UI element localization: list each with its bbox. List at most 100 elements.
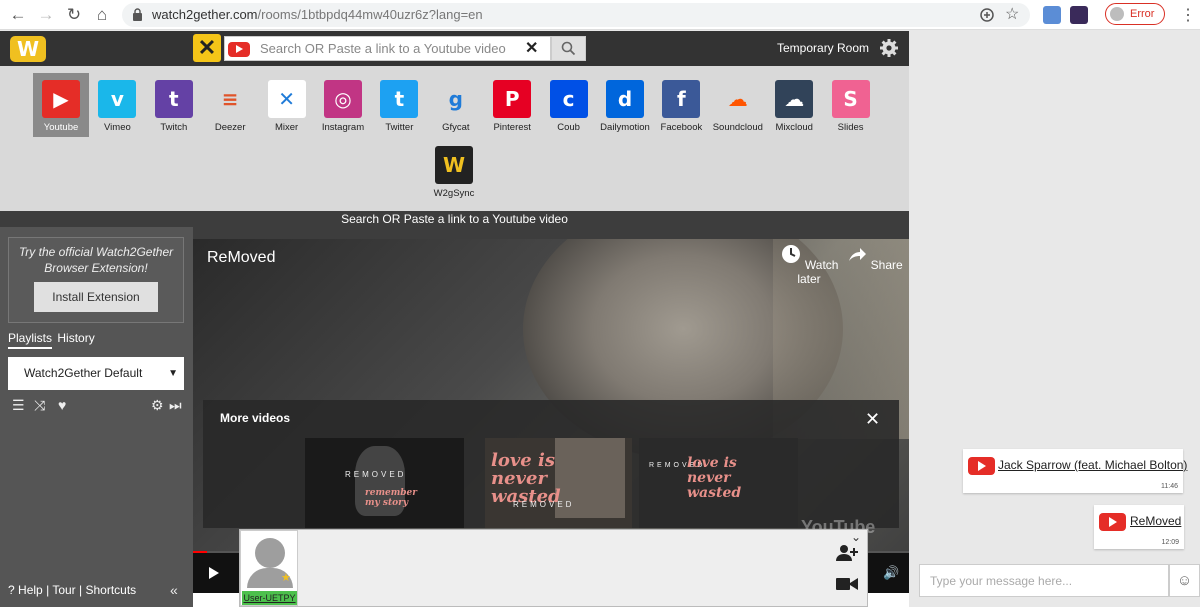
chat-timestamp: 12:09 [1161, 539, 1179, 546]
service-pinterest[interactable]: P Pinterest [484, 73, 540, 133]
close-icon[interactable]: ✕ [865, 409, 880, 430]
service-gfycat[interactable]: g Gfycat [428, 73, 484, 133]
search-icon [561, 41, 576, 56]
install-extension-button[interactable]: Install Extension [34, 282, 158, 312]
user-name[interactable]: User-UETPY [242, 591, 297, 605]
zoom-icon[interactable] [978, 6, 996, 24]
search-button[interactable] [551, 36, 586, 61]
chat-video-link[interactable]: ReMoved [1130, 514, 1181, 528]
service-label: W2gSync [433, 188, 475, 199]
clear-search-icon[interactable]: ✕ [525, 38, 538, 58]
service-dailymotion[interactable]: d Dailymotion [597, 73, 653, 133]
help-link[interactable]: Help [18, 583, 43, 597]
address-bar[interactable]: watch2gether.com/rooms/1btbpdq44mw40uzr6… [122, 3, 1030, 27]
service-label: Twitter [385, 122, 414, 133]
twitter-icon: t [380, 80, 419, 118]
home-icon[interactable]: ⌂ [92, 5, 112, 25]
video-title[interactable]: ReMoved [207, 249, 275, 267]
search-input[interactable] [260, 39, 515, 58]
slides-icon: S [831, 80, 870, 118]
service-soundcloud[interactable]: ☁ Soundcloud [710, 73, 766, 133]
service-mixer[interactable]: ✕ Mixer [259, 73, 315, 133]
chat-message: ReMoved 12:09 [1094, 505, 1184, 549]
service-slides[interactable]: S Slides [823, 73, 879, 133]
mixcloud-icon: ☁ [775, 80, 814, 118]
service-mixcloud[interactable]: ☁ Mixcloud [766, 73, 822, 133]
thumbnail-title: love is never wasted [491, 450, 561, 507]
collapse-sidebar-icon[interactable]: « [170, 582, 178, 598]
shortcuts-link[interactable]: Shortcuts [85, 583, 136, 597]
service-facebook[interactable]: f Facebook [653, 73, 709, 133]
reload-icon[interactable]: ↻ [64, 5, 84, 25]
service-label: Coub [557, 122, 580, 133]
tab-history[interactable]: History [57, 331, 94, 345]
back-icon[interactable]: ← [8, 5, 28, 25]
chevron-down-icon[interactable]: ⌄ [851, 530, 861, 544]
service-label: Facebook [660, 122, 703, 133]
extension-icon-2[interactable] [1070, 6, 1088, 24]
chat-message: Jack Sparrow (feat. Michael Bolton) 11:4… [963, 449, 1187, 493]
skip-icon[interactable]: ⏭ [169, 397, 182, 413]
browser-menu-icon[interactable]: ⋮ [1180, 5, 1196, 25]
service-twitch[interactable]: t Twitch [146, 73, 202, 133]
play-icon[interactable] [209, 567, 219, 579]
user-panel: ★ User-UETPY ⌄ [239, 529, 868, 607]
close-search-button[interactable]: ✕ [193, 34, 221, 62]
playlist-selected-value: Watch2Gether Default [24, 366, 143, 380]
service-w2gsync[interactable]: W W2gSync [426, 139, 482, 199]
video-thumbnail[interactable]: REMOVED remember my story [305, 438, 464, 528]
service-vimeo[interactable]: v Vimeo [89, 73, 145, 133]
chat-video-link[interactable]: Jack Sparrow (feat. Michael Bolton) [998, 458, 1187, 472]
list-icon[interactable]: ☰ [12, 397, 25, 413]
camera-icon[interactable] [836, 576, 858, 592]
service-youtube[interactable]: ▶ Youtube [33, 73, 89, 137]
share-label: Share [870, 258, 903, 272]
playlist-select[interactable]: Watch2Gether Default ▼ [8, 357, 184, 390]
playlist-tools: ☰ ⤨ ♥ ⚙ ⏭ [10, 397, 184, 415]
room-title[interactable]: Temporary Room [777, 41, 869, 55]
service-deezer[interactable]: ≡ Deezer [202, 73, 258, 133]
extension-promo: Try the official Watch2Gether Browser Ex… [8, 237, 184, 323]
bookmark-star-icon[interactable]: ☆ [1005, 6, 1023, 24]
more-videos-panel: More videos ✕ REMOVED remember my story … [203, 400, 899, 528]
star-icon: ★ [281, 572, 291, 584]
emoji-icon[interactable]: ☺ [1169, 564, 1200, 597]
chat-input[interactable] [930, 573, 1160, 589]
tour-link[interactable]: Tour [52, 583, 75, 597]
youtube-icon [968, 457, 995, 475]
dropdown-arrow-icon: ▼ [168, 368, 178, 379]
watch-later-button[interactable]: Watch later [774, 243, 844, 286]
service-label: Dailymotion [600, 122, 650, 133]
mixer-icon: ✕ [267, 80, 306, 118]
shuffle-icon[interactable]: ⤨ [34, 397, 45, 413]
tab-playlists[interactable]: Playlists [8, 331, 53, 349]
gear-icon[interactable] [879, 38, 899, 58]
service-picker: ▶ Youtube v Vimeo t Twitch ≡ Deezer ✕ Mixer ◎ Insta… [0, 66, 909, 211]
separator: | [46, 583, 50, 597]
extension-icon[interactable] [1043, 6, 1061, 24]
service-twitter[interactable]: t Twitter [371, 73, 427, 133]
top-bar: W ✕ ✕ Temporary Room [0, 31, 909, 66]
add-user-icon[interactable] [836, 544, 858, 562]
video-thumbnail[interactable]: love is never wasted REMOVED [485, 438, 632, 528]
search-hint: Search OR Paste a link to a Youtube vide… [0, 211, 909, 227]
user-card[interactable]: ★ User-UETPY [240, 530, 298, 606]
w2g-logo[interactable]: W [10, 36, 46, 62]
forward-icon[interactable]: → [36, 5, 56, 25]
service-label: Soundcloud [712, 122, 763, 133]
service-instagram[interactable]: ◎ Instagram [315, 73, 371, 133]
separator: | [79, 583, 83, 597]
chat-input-box [919, 564, 1169, 597]
profile-error-button[interactable]: Error [1105, 3, 1165, 25]
service-label: Pinterest [493, 122, 531, 133]
watch2gether-app: W ✕ ✕ Temporary Room ▶ Youtube v Vimeo t Twit… [0, 31, 909, 607]
volume-icon[interactable]: 🔊 [883, 565, 899, 581]
share-button[interactable]: Share [839, 243, 909, 272]
service-label: Instagram [321, 122, 365, 133]
url-text: watch2gether.com/rooms/1btbpdq44mw40uzr6… [152, 7, 483, 22]
video-thumbnail[interactable]: REMOVED love is never wasted [639, 438, 798, 528]
service-coub[interactable]: c Coub [541, 73, 597, 133]
settings-icon[interactable]: ⚙ [151, 397, 164, 413]
heart-icon[interactable]: ♥ [58, 397, 66, 413]
youtube-icon [228, 42, 250, 57]
